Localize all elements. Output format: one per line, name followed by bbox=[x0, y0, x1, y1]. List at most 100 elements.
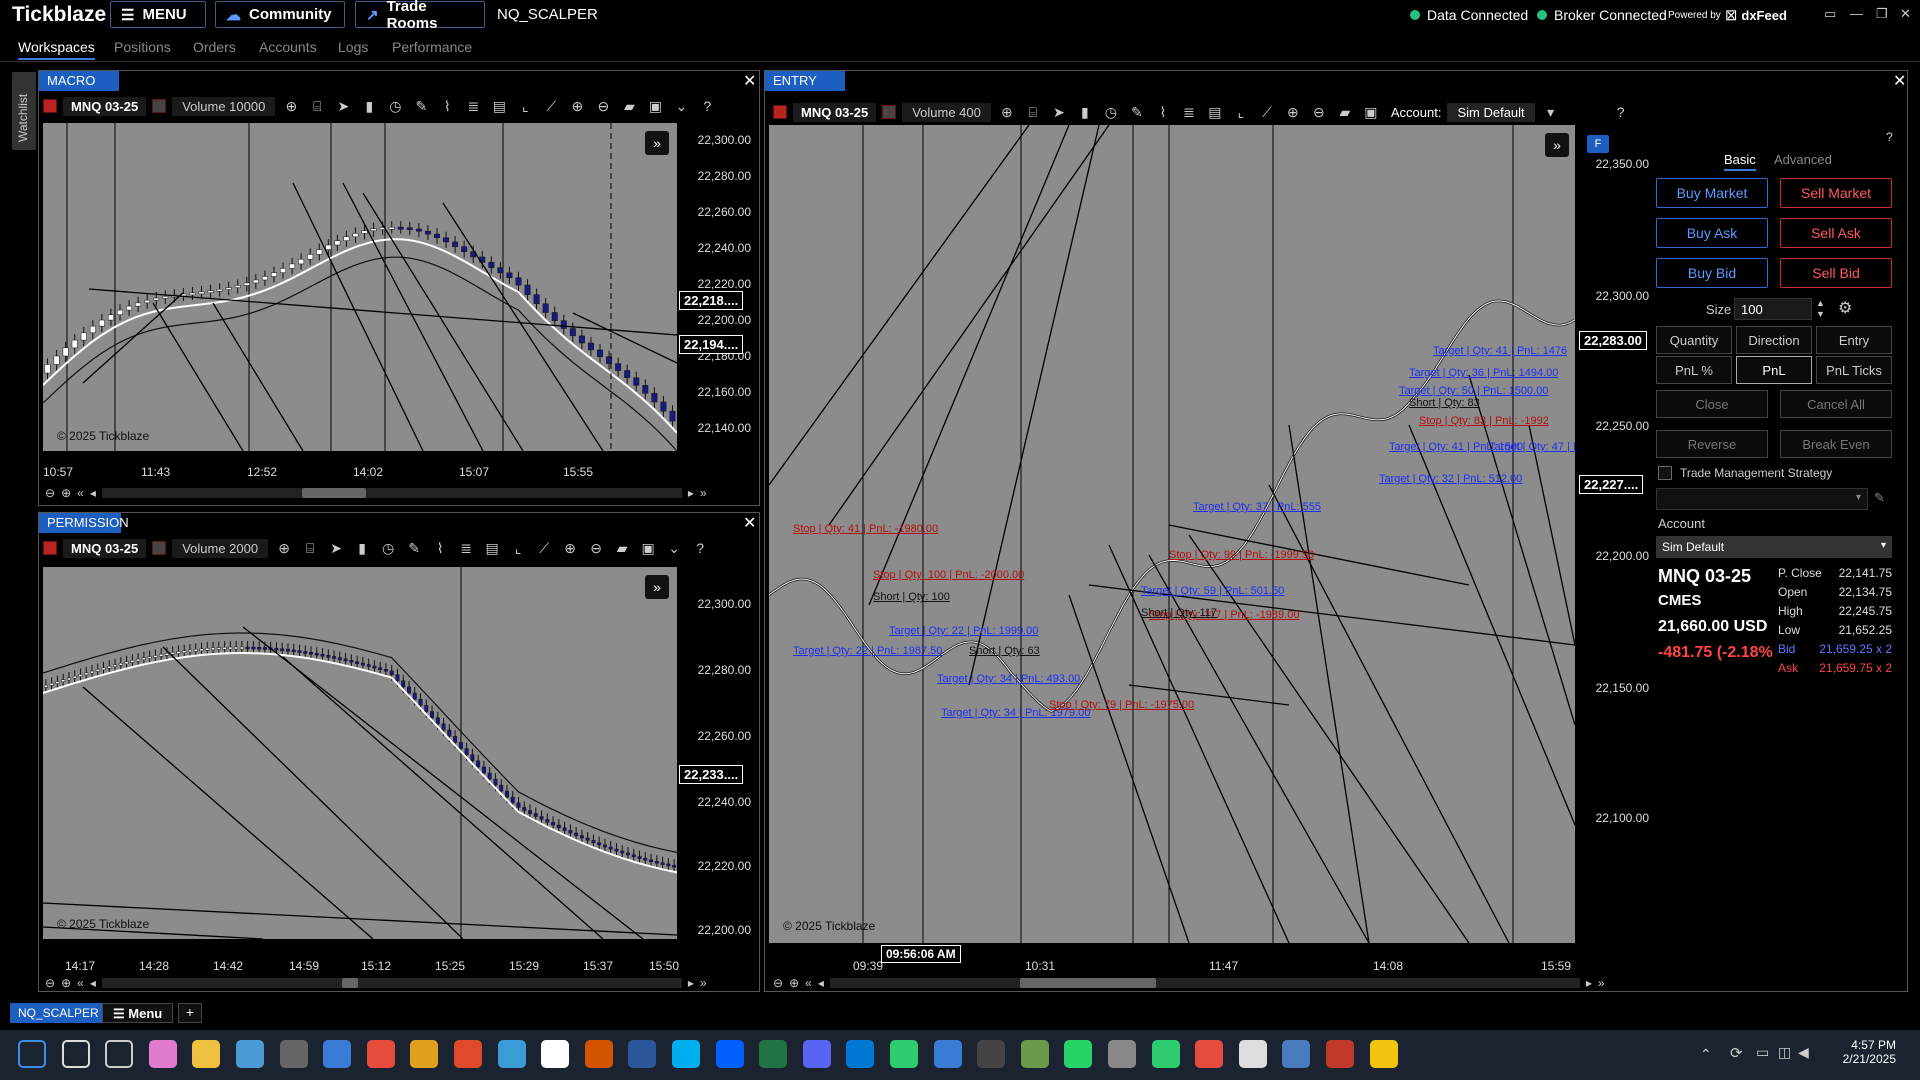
workspace-tab[interactable]: NQ_SCALPER bbox=[10, 1003, 107, 1023]
chevron-up-icon[interactable]: ⌃ bbox=[1700, 1046, 1712, 1063]
folder-icon[interactable]: ▰ bbox=[612, 540, 632, 557]
menu-button[interactable]: ☰ MENU bbox=[110, 1, 206, 28]
expand-icon[interactable]: » bbox=[645, 575, 669, 599]
save-icon[interactable]: ▣ bbox=[1361, 104, 1381, 121]
rewind-icon[interactable]: « bbox=[77, 486, 84, 500]
symbol-selector[interactable]: MNQ 03-25 bbox=[793, 102, 877, 122]
size-input[interactable] bbox=[1734, 298, 1812, 320]
doc-icon[interactable]: ▤ bbox=[1205, 104, 1225, 121]
bar-type-selector[interactable]: Volume 400 bbox=[902, 102, 991, 122]
account-selector[interactable]: Sim Default bbox=[1447, 102, 1535, 122]
indicators-icon[interactable]: ⌸ bbox=[300, 540, 320, 557]
order-label-neutral[interactable]: Short | Qty: 117 bbox=[1141, 607, 1217, 619]
clock-icon[interactable]: ◷ bbox=[1101, 104, 1121, 121]
macro-chart-area[interactable]: © 2025 Tickblaze » bbox=[43, 123, 677, 451]
clock-icon[interactable]: ◷ bbox=[378, 540, 398, 557]
excel-icon[interactable] bbox=[759, 1040, 788, 1068]
sticky-icon[interactable] bbox=[1369, 1040, 1398, 1068]
scroll-thumb[interactable] bbox=[341, 978, 358, 988]
flame-icon[interactable] bbox=[933, 1040, 962, 1068]
order-label-neutral[interactable]: Short | Qty: 63 bbox=[969, 645, 1040, 657]
pointer-icon[interactable]: ➤ bbox=[326, 540, 346, 557]
zoom-out-icon[interactable]: ⊖ bbox=[45, 976, 55, 990]
bars-icon[interactable]: ▮ bbox=[1075, 104, 1095, 121]
sync-icon[interactable]: ⟳ bbox=[1730, 1044, 1743, 1062]
arrow-left-icon[interactable]: ◂ bbox=[818, 976, 824, 990]
clock-icon[interactable]: ◷ bbox=[385, 98, 405, 115]
record-icon[interactable] bbox=[43, 541, 57, 555]
arrow-left-icon[interactable]: ◂ bbox=[90, 486, 96, 500]
save-icon[interactable]: ▣ bbox=[645, 98, 665, 115]
fast-forward-icon[interactable]: » bbox=[1598, 976, 1605, 990]
order-label-tgt[interactable]: Target | Qty: 34 | PnL: 493.00 bbox=[937, 673, 1080, 685]
zoom-in-icon[interactable]: ⊕ bbox=[1283, 104, 1303, 121]
arrow-right-icon[interactable]: ▸ bbox=[688, 976, 694, 990]
axis-icon[interactable]: ⌞ bbox=[515, 98, 535, 115]
doc-icon[interactable]: ▤ bbox=[482, 540, 502, 557]
windows-icon[interactable] bbox=[18, 1040, 46, 1068]
watchlist-tab[interactable]: Watchlist bbox=[12, 72, 36, 150]
entry-button[interactable]: Entry bbox=[1816, 326, 1892, 354]
record-icon[interactable] bbox=[43, 99, 57, 113]
maximize-icon[interactable]: ❐ bbox=[1876, 6, 1888, 22]
folder-icon[interactable] bbox=[1238, 1040, 1267, 1068]
nx-icon[interactable] bbox=[1195, 1040, 1224, 1068]
sell-market-button[interactable]: Sell Market bbox=[1780, 178, 1892, 208]
trade-rooms-button[interactable]: ↗ Trade Rooms bbox=[355, 0, 485, 32]
pnl-ticks-button[interactable]: PnL Ticks bbox=[1816, 356, 1892, 384]
whatsapp-icon[interactable] bbox=[1064, 1040, 1093, 1068]
restore-icon[interactable]: ▭ bbox=[1824, 6, 1836, 22]
list-icon[interactable]: ≣ bbox=[456, 540, 476, 557]
store-icon[interactable] bbox=[323, 1040, 352, 1068]
order-label-stp[interactable]: Stop | Qty: 100 | PnL: -2000.00 bbox=[873, 569, 1024, 581]
size-stepper[interactable]: ▲ ▼ bbox=[1816, 298, 1825, 320]
t-app-icon[interactable] bbox=[1282, 1040, 1311, 1068]
zoom-out-icon[interactable]: ⊖ bbox=[586, 540, 606, 557]
minimize-icon[interactable]: — bbox=[1850, 6, 1863, 21]
chevron-down-icon[interactable]: ⌄ bbox=[664, 540, 684, 557]
reverse-button[interactable]: Reverse bbox=[1656, 430, 1768, 458]
speaker-icon[interactable]: ◀ bbox=[1798, 1044, 1809, 1061]
zoom-out-icon[interactable]: ⊖ bbox=[593, 98, 613, 115]
draw-icon[interactable]: ⌇ bbox=[1153, 104, 1173, 121]
close-icon[interactable]: ✕ bbox=[1893, 71, 1906, 91]
entry-chart-area[interactable]: Target | Qty: 41 | PnL: 1476 Target | Qty… bbox=[769, 125, 1575, 943]
quantity-button[interactable]: Quantity bbox=[1656, 326, 1732, 354]
order-label-tgt[interactable]: Target | Qty: 41 | PnL: 1500 bbox=[1389, 441, 1523, 453]
pointer-icon[interactable]: ➤ bbox=[1049, 104, 1069, 121]
sell-bid-button[interactable]: Sell Bid bbox=[1780, 258, 1892, 288]
order-label-tgt[interactable]: Target | Qty: 22 | PnL: 1999.00 bbox=[889, 625, 1038, 637]
rewind-icon[interactable]: « bbox=[805, 976, 812, 990]
account-select[interactable]: Sim Default ▾ bbox=[1656, 536, 1892, 558]
flatten-badge[interactable]: F bbox=[1587, 135, 1609, 153]
bar-type-selector[interactable]: Volume 2000 bbox=[172, 538, 269, 558]
gear-icon[interactable]: ⚙ bbox=[1838, 298, 1852, 318]
arrow-right-icon[interactable]: ▸ bbox=[688, 486, 694, 500]
order-label-tgt[interactable]: Target | Qty: 36 | PnL: 1494.00 bbox=[1409, 367, 1558, 379]
crosshair-icon[interactable]: ⊕ bbox=[997, 104, 1017, 121]
camera-icon[interactable] bbox=[1108, 1040, 1136, 1068]
pnl-button[interactable]: PnL bbox=[1736, 356, 1812, 384]
help-icon[interactable]: ? bbox=[1611, 104, 1631, 120]
powerpoint-icon[interactable] bbox=[584, 1040, 613, 1068]
zoom-out-icon[interactable]: ⊖ bbox=[773, 976, 783, 990]
zoom-in-icon[interactable]: ⊕ bbox=[567, 98, 587, 115]
symbol-selector[interactable]: MNQ 03-25 bbox=[63, 538, 147, 558]
scroll-track[interactable] bbox=[101, 978, 682, 988]
green-app-icon[interactable] bbox=[1151, 1040, 1180, 1068]
order-label-tgt[interactable]: Target | Qty: 32 | PnL: 512.00 bbox=[1379, 473, 1522, 485]
zoom-in-icon[interactable]: ⊕ bbox=[789, 976, 799, 990]
fast-forward-icon[interactable]: » bbox=[700, 486, 707, 500]
tab-positions[interactable]: Positions bbox=[114, 39, 171, 55]
order-label-neutral[interactable]: Short | Qty: 100 bbox=[873, 591, 950, 603]
trend-icon[interactable]: ⟋ bbox=[1257, 104, 1277, 121]
dropbox-icon[interactable] bbox=[715, 1040, 744, 1068]
order-label-tgt[interactable]: Target | Qty: 59 | PnL: 501.50 bbox=[1141, 585, 1284, 597]
order-label-tgt[interactable]: Target | Qty: 50 | PnL: 1500.00 bbox=[1399, 385, 1548, 397]
chevron-down-icon[interactable]: ⌄ bbox=[671, 98, 691, 115]
tab-performance[interactable]: Performance bbox=[392, 39, 472, 55]
zoom-in-icon[interactable]: ⊕ bbox=[61, 486, 71, 500]
draw-icon[interactable]: ⌇ bbox=[437, 98, 457, 115]
slack-icon[interactable] bbox=[410, 1040, 439, 1068]
search-icon[interactable] bbox=[61, 1040, 90, 1068]
